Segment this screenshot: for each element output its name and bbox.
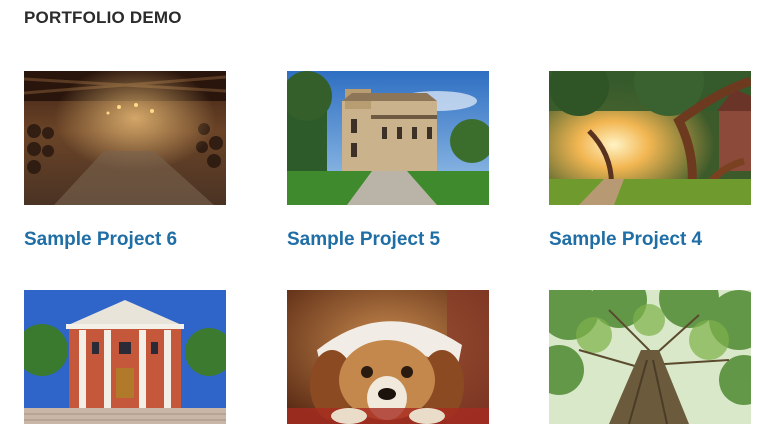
project-thumbnail-3[interactable] bbox=[24, 290, 226, 424]
project-title-link-6[interactable]: Sample Project 6 bbox=[24, 229, 226, 251]
beagle-dog-photo bbox=[287, 290, 489, 424]
wine-cellar-photo bbox=[24, 71, 226, 205]
project-title-link-5[interactable]: Sample Project 5 bbox=[287, 229, 489, 251]
portfolio-item: Sample Project 4 bbox=[549, 71, 751, 251]
portfolio-item bbox=[24, 290, 226, 424]
victorian-mansion-photo bbox=[287, 71, 489, 205]
project-thumbnail-2[interactable] bbox=[287, 290, 489, 424]
project-thumbnail-4[interactable] bbox=[549, 71, 751, 205]
portfolio-item: Sample Project 6 bbox=[24, 71, 226, 251]
page-title: PORTFOLIO DEMO bbox=[24, 8, 182, 27]
portfolio-item: Sample Project 5 bbox=[287, 71, 489, 251]
tree-looking-up-photo bbox=[549, 290, 751, 424]
portfolio-item bbox=[287, 290, 489, 424]
portfolio-item bbox=[549, 290, 751, 424]
oak-trees-house-photo bbox=[549, 71, 751, 205]
project-thumbnail-6[interactable] bbox=[24, 71, 226, 205]
project-title-link-4[interactable]: Sample Project 4 bbox=[549, 229, 751, 251]
project-thumbnail-1[interactable] bbox=[549, 290, 751, 424]
project-thumbnail-5[interactable] bbox=[287, 71, 489, 205]
columned-building-photo bbox=[24, 290, 226, 424]
